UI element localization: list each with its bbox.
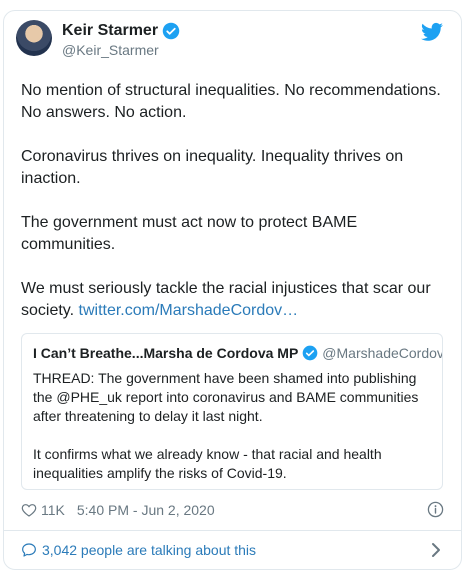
quoted-tweet-text: THREAD: The government have been shamed …: [33, 369, 428, 483]
divider: [3, 530, 462, 531]
comment-bubble-icon: [22, 543, 36, 557]
tweet-text: No mention of structural inequalities. N…: [21, 80, 451, 322]
info-icon[interactable]: [427, 501, 444, 518]
quoted-paragraph: It confirms what we already know - that …: [33, 446, 382, 481]
quoted-paragraph: THREAD: The government have been shamed …: [33, 370, 419, 424]
heart-icon[interactable]: [21, 502, 37, 518]
tweet-paragraph-last: We must seriously tackle the racial inju…: [21, 278, 451, 322]
like-count[interactable]: 11K: [41, 502, 65, 518]
verified-badge-icon: [162, 22, 180, 40]
quoted-tweet-header: I Can’t Breathe...Marsha de Cordova MP @…: [33, 345, 443, 361]
author-name[interactable]: Keir Starmer: [62, 22, 158, 40]
tweet-paragraph: Coronavirus thrives on inequality. Inequ…: [21, 148, 404, 187]
tweet-paragraph: No mention of structural inequalities. N…: [21, 82, 441, 121]
twitter-logo-icon[interactable]: [421, 22, 443, 42]
tweet-header: Keir Starmer @Keir_Starmer: [16, 20, 443, 60]
author-handle[interactable]: @Keir_Starmer: [62, 42, 159, 58]
verified-badge-icon: [302, 345, 318, 361]
conversation-link[interactable]: 3,042 people are talking about this: [21, 540, 444, 560]
quoted-author-handle: @MarshadeCordova: [322, 345, 443, 361]
quoted-author-name: I Can’t Breathe...Marsha de Cordova MP: [33, 345, 299, 361]
chevron-right-icon[interactable]: [430, 542, 442, 558]
avatar[interactable]: [16, 20, 52, 56]
conversation-label[interactable]: 3,042 people are talking about this: [42, 542, 256, 558]
author-name-row[interactable]: Keir Starmer: [62, 20, 180, 42]
tweet-paragraph: The government must act now to protect B…: [21, 214, 358, 253]
quoted-tweet-link[interactable]: twitter.com/MarshadeCordov…: [79, 302, 299, 319]
tweet-meta: 11K 5:40 PM - Jun 2, 2020: [21, 500, 444, 520]
tweet-timestamp[interactable]: 5:40 PM - Jun 2, 2020: [77, 502, 215, 518]
quoted-tweet[interactable]: I Can’t Breathe...Marsha de Cordova MP @…: [21, 333, 443, 490]
